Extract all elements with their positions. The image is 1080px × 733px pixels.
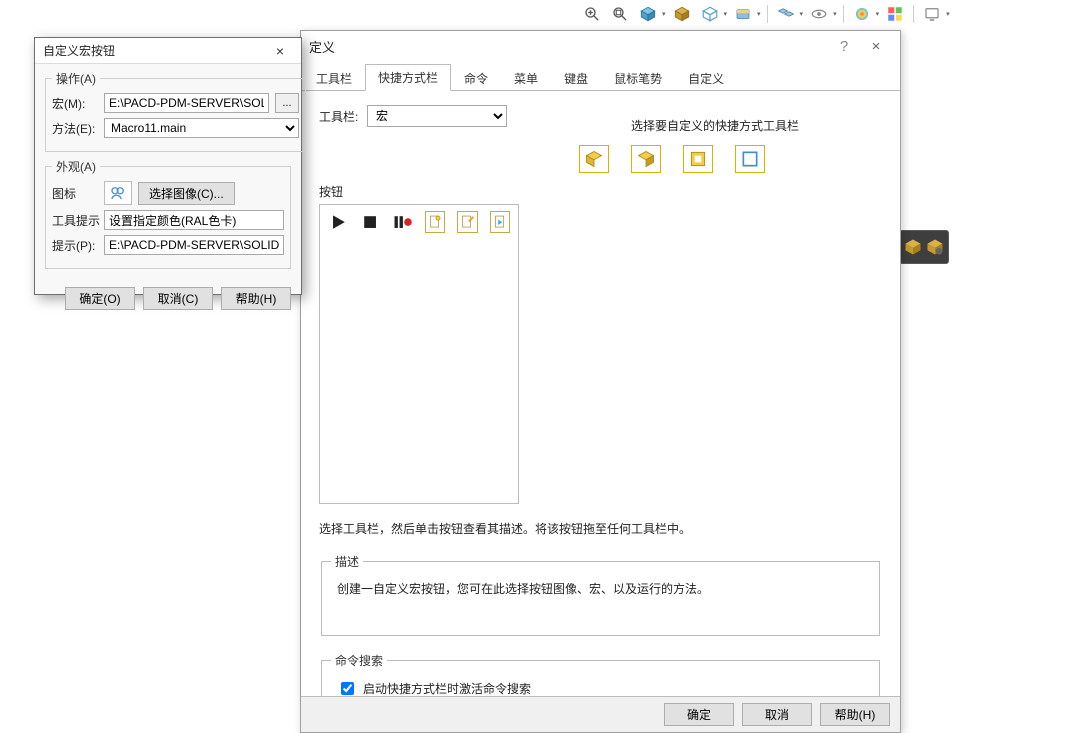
- choose-image-button[interactable]: 选择图像(C)...: [138, 182, 235, 205]
- shortcut-instruction: 选择要自定义的快捷方式工具栏: [631, 117, 799, 134]
- shortcut-slots: [579, 145, 882, 173]
- dropdown-caret-icon[interactable]: ▾: [724, 10, 728, 18]
- tab-menu[interactable]: 菜单: [501, 65, 551, 91]
- separator: [913, 5, 914, 23]
- appearance-legend: 外观(A): [52, 158, 100, 175]
- buttons-grid: [319, 204, 519, 504]
- cancel-button[interactable]: 取消(C): [143, 287, 213, 310]
- visibility-icon[interactable]: [807, 3, 831, 25]
- zoom-in-icon[interactable]: [580, 3, 604, 25]
- appearance-group: 外观(A) 图标 选择图像(C)... 工具提示 提示(P):: [45, 158, 291, 269]
- render-tools-icon[interactable]: [883, 3, 907, 25]
- description-group: 描述 创建一自定义宏按钮，您可在此选择按钮图像、宏、以及运行的方法。: [321, 553, 880, 636]
- tooltip-label: 工具提示: [52, 212, 98, 229]
- operation-legend: 操作(A): [52, 70, 100, 87]
- prompt-input[interactable]: [104, 235, 284, 255]
- customize-dialog: 定义 ? × 工具栏 快捷方式栏 命令 菜单 键盘 鼠标笔势 自定义 工具栏: …: [300, 30, 901, 733]
- method-label: 方法(E):: [52, 120, 98, 137]
- method-select[interactable]: Macro11.main: [104, 118, 299, 138]
- customize-title: 定义: [309, 37, 828, 56]
- macro-titlebar[interactable]: 自定义宏按钮 ×: [35, 38, 301, 64]
- tab-toolbar[interactable]: 工具栏: [311, 65, 365, 91]
- browse-button[interactable]: ...: [275, 93, 299, 113]
- tab-shortcut[interactable]: 快捷方式栏: [365, 64, 451, 91]
- viewport-icon[interactable]: [920, 3, 944, 25]
- tab-custom[interactable]: 自定义: [675, 65, 737, 91]
- run-macro-icon[interactable]: [328, 211, 348, 233]
- icon-label: 图标: [52, 185, 98, 202]
- customize-footer: 确定 取消 帮助(H): [301, 696, 900, 732]
- slot-2[interactable]: [631, 145, 661, 173]
- tab-command[interactable]: 命令: [451, 65, 501, 91]
- prompt-label: 提示(P):: [52, 237, 98, 254]
- zoom-fit-icon[interactable]: [608, 3, 632, 25]
- dropdown-caret-icon[interactable]: ▾: [833, 10, 837, 18]
- floating-toolbar[interactable]: [899, 230, 949, 264]
- custom-macro-icon[interactable]: [490, 211, 511, 233]
- assembly-icon[interactable]: [774, 3, 798, 25]
- description-legend: 描述: [331, 553, 363, 570]
- view-cube-icon[interactable]: [636, 3, 660, 25]
- scene-icon[interactable]: [731, 3, 755, 25]
- close-button[interactable]: ×: [267, 39, 293, 63]
- macro-path-label: 宏(M):: [52, 95, 98, 112]
- macro-gear-icon[interactable]: [925, 237, 945, 257]
- buttons-label: 按钮: [319, 183, 882, 200]
- slot-4[interactable]: [735, 145, 765, 173]
- dropdown-caret-icon[interactable]: ▾: [876, 10, 880, 18]
- pause-record-icon[interactable]: [392, 211, 412, 233]
- stop-macro-icon[interactable]: [360, 211, 380, 233]
- display-style-icon[interactable]: [698, 3, 722, 25]
- section-icon[interactable]: [670, 3, 694, 25]
- new-macro-icon[interactable]: [425, 211, 446, 233]
- dropdown-caret-icon[interactable]: ▾: [757, 10, 761, 18]
- edit-macro-icon[interactable]: [457, 211, 478, 233]
- slot-3[interactable]: [683, 145, 713, 173]
- tab-keyboard[interactable]: 键盘: [551, 65, 601, 91]
- drag-hint: 选择工具栏，然后单击按钮查看其描述。将该按钮拖至任何工具栏中。: [319, 520, 882, 537]
- cancel-button[interactable]: 取消: [742, 703, 812, 726]
- toolbar-label: 工具栏:: [319, 108, 367, 125]
- macro-dialog-title: 自定义宏按钮: [43, 42, 267, 59]
- ok-button[interactable]: 确定(O): [65, 287, 135, 310]
- ribbon-toolbar: ▾ ▾ ▾ ▾ ▾ ▾ ▾: [580, 0, 950, 28]
- toolbar-select[interactable]: 宏: [367, 105, 507, 127]
- tab-mouse[interactable]: 鼠标笔势: [601, 65, 675, 91]
- separator: [767, 5, 768, 23]
- slot-1[interactable]: [579, 145, 609, 173]
- help-button[interactable]: ?: [828, 32, 860, 60]
- customize-titlebar[interactable]: 定义 ? ×: [301, 31, 900, 61]
- close-button[interactable]: ×: [860, 32, 892, 60]
- icon-preview[interactable]: [104, 181, 132, 205]
- macro-icon[interactable]: [903, 237, 923, 257]
- dropdown-caret-icon[interactable]: ▾: [800, 10, 804, 18]
- help-button[interactable]: 帮助(H): [221, 287, 291, 310]
- separator: [843, 5, 844, 23]
- macro-button-dialog: 自定义宏按钮 × 操作(A) 宏(M): ... 方法(E): Macro11.…: [34, 37, 302, 295]
- tabstrip: 工具栏 快捷方式栏 命令 菜单 键盘 鼠标笔势 自定义: [301, 65, 900, 91]
- dropdown-caret-icon[interactable]: ▾: [946, 10, 950, 18]
- tooltip-input[interactable]: [104, 210, 284, 230]
- description-text: 创建一自定义宏按钮，您可在此选择按钮图像、宏、以及运行的方法。: [331, 574, 870, 627]
- help-button[interactable]: 帮助(H): [820, 703, 890, 726]
- ok-button[interactable]: 确定: [664, 703, 734, 726]
- appearance-icon[interactable]: [850, 3, 874, 25]
- activate-search-input[interactable]: [341, 682, 354, 695]
- operation-group: 操作(A) 宏(M): ... 方法(E): Macro11.main: [45, 70, 306, 152]
- dropdown-caret-icon[interactable]: ▾: [662, 10, 666, 18]
- macro-footer: 确定(O) 取消(C) 帮助(H): [35, 281, 301, 316]
- macro-path-input[interactable]: [104, 93, 269, 113]
- command-search-legend: 命令搜索: [331, 652, 387, 669]
- activate-search-label: 启动快捷方式栏时激活命令搜索: [363, 680, 531, 697]
